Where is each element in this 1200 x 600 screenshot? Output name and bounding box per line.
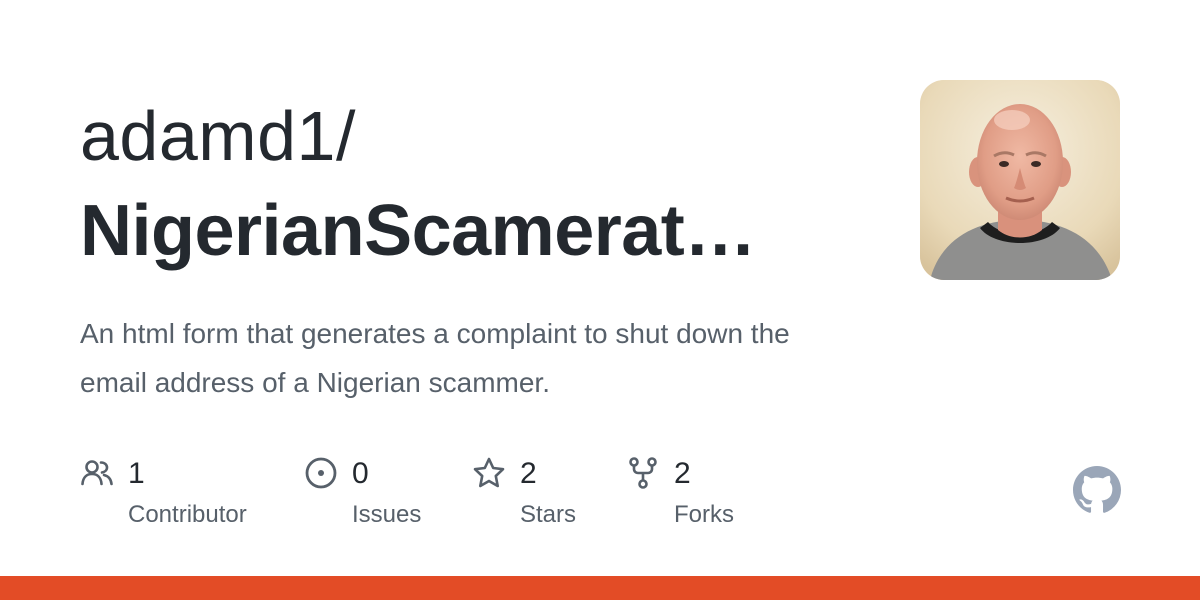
repo-name: NigerianScamerat… xyxy=(80,191,756,271)
repo-owner: adamd1/ xyxy=(80,97,356,175)
language-color-bar xyxy=(0,576,1200,600)
stat-label: Stars xyxy=(520,501,577,528)
stat-count: 2 xyxy=(674,457,691,490)
stat-count: 2 xyxy=(520,457,537,490)
stat-label: Forks xyxy=(674,501,734,528)
social-preview-card: adamd1/ NigerianScamerat… An html form t… xyxy=(0,0,1200,600)
stat-count: 0 xyxy=(352,457,369,490)
fork-icon xyxy=(629,457,657,489)
star-icon xyxy=(473,457,505,488)
people-icon xyxy=(81,460,113,486)
issue-icon xyxy=(305,457,337,489)
stat-label: Contributor xyxy=(128,501,247,528)
repo-description: An html form that generates a complaint … xyxy=(80,318,790,398)
stat-count: 1 xyxy=(128,457,145,490)
owner-avatar xyxy=(920,80,1120,280)
github-mark-icon xyxy=(1073,466,1121,513)
stat-label: Issues xyxy=(352,501,422,528)
